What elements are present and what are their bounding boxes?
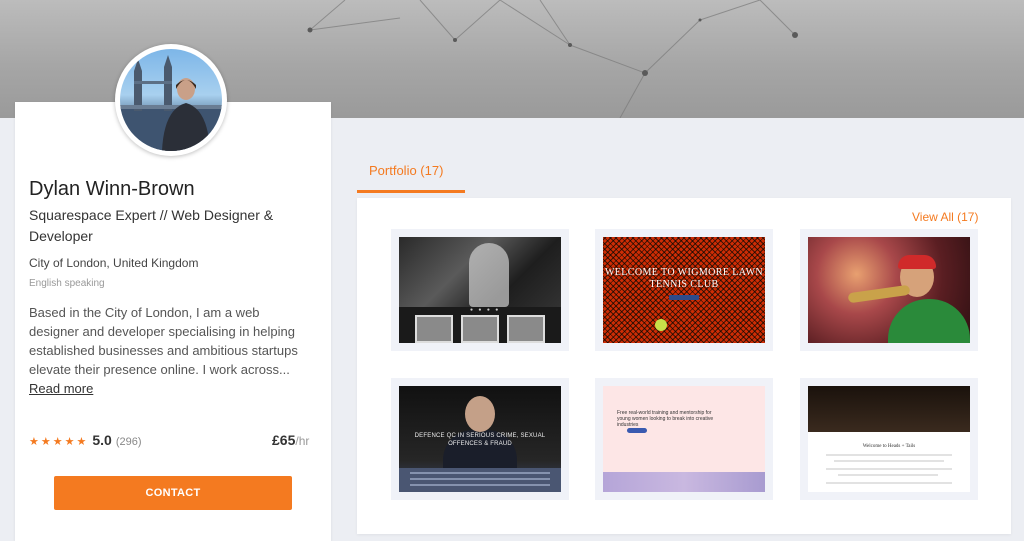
tab-active-indicator [357, 190, 465, 193]
thumbnail-line [826, 454, 952, 456]
portfolio-thumbnail [808, 237, 970, 343]
portfolio-item[interactable]: ● ● ● ● [391, 229, 569, 351]
thumbnail-figure-head [465, 396, 495, 432]
thumbnail-line [838, 474, 938, 476]
avatar[interactable] [115, 44, 227, 156]
thumbnail-text: Free real-world training and mentorship … [617, 410, 714, 428]
tab-portfolio[interactable]: Portfolio (17) [357, 158, 465, 194]
thumbnail-button [627, 428, 647, 433]
read-more-link[interactable]: Read more [29, 381, 93, 396]
rating-count: (296) [115, 436, 142, 448]
portfolio-thumbnail: DEFENCE QC IN SERIOUS CRIME, SEXUAL OFFE… [399, 386, 561, 492]
thumbnail-line [826, 468, 952, 470]
tennis-ball-icon [655, 319, 667, 331]
thumbnail-tile [415, 315, 453, 343]
thumbnail-headphones [898, 255, 936, 269]
profile-bio: Based in the City of London, I am a web … [29, 303, 309, 398]
profile-location: City of London, United Kingdom [29, 256, 199, 270]
portfolio-item[interactable]: Welcome to Heads + Tails [800, 378, 978, 500]
rating: ★ ★ ★ ★ ★ 5.0 (296) [29, 432, 142, 449]
rating-stars: ★ ★ ★ ★ ★ [29, 435, 86, 449]
thumbnail-figure [469, 243, 509, 307]
thumbnail-band [399, 468, 561, 492]
profile-title: Squarespace Expert // Web Designer & Dev… [29, 207, 274, 244]
portfolio-thumbnail: ● ● ● ● [399, 237, 561, 343]
portfolio-item[interactable] [800, 229, 978, 351]
star-icon: ★ [52, 436, 63, 448]
avatar-image [120, 55, 222, 151]
thumbnail-headline: WELCOME TO WIGMORE LAWN TENNIS CLUB [604, 267, 764, 290]
star-icon: ★ [76, 436, 87, 448]
thumbnail-header-image [808, 386, 970, 432]
thumbnail-button [669, 295, 699, 300]
thumbnail-line [826, 482, 952, 484]
portfolio-thumbnail: WELCOME TO WIGMORE LAWN TENNIS CLUB [603, 237, 765, 343]
thumbnail-image [603, 472, 765, 492]
view-all-link[interactable]: View All (17) [912, 210, 978, 224]
portfolio-item[interactable]: WELCOME TO WIGMORE LAWN TENNIS CLUB [595, 229, 773, 351]
star-icon: ★ [29, 436, 39, 448]
tab-portfolio-label: Portfolio (17) [369, 163, 444, 178]
profile-name: Dylan Winn-Brown [29, 178, 195, 200]
portfolio-item[interactable]: Free real-world training and mentorship … [595, 378, 773, 500]
thumbnail-heading: Welcome to Heads + Tails [862, 444, 916, 449]
trumpet-icon [847, 284, 911, 304]
star-icon: ★ [64, 436, 75, 448]
avatar-photo [120, 49, 222, 151]
portfolio-item[interactable]: DEFENCE QC IN SERIOUS CRIME, SEXUAL OFFE… [391, 378, 569, 500]
rating-value: 5.0 [92, 432, 112, 448]
star-icon: ★ [40, 436, 51, 448]
contact-button[interactable]: CONTACT [54, 476, 292, 510]
thumbnail-tile [507, 315, 545, 343]
rate-price: £65 [272, 432, 296, 448]
hourly-rate: £65/hr [272, 432, 309, 450]
thumbnail-figure [888, 299, 970, 343]
carousel-dots: ● ● ● ● [470, 307, 501, 313]
portfolio-thumbnail: Free real-world training and mentorship … [603, 386, 765, 492]
thumbnail-line [834, 460, 944, 462]
portfolio-thumbnail: Welcome to Heads + Tails [808, 386, 970, 492]
profile-language: English speaking [29, 278, 105, 289]
rate-unit: /hr [295, 434, 310, 448]
thumbnail-tile [461, 315, 499, 343]
thumbnail-caption: DEFENCE QC IN SERIOUS CRIME, SEXUAL OFFE… [414, 433, 546, 447]
profile-bio-text: Based in the City of London, I am a web … [29, 305, 298, 377]
